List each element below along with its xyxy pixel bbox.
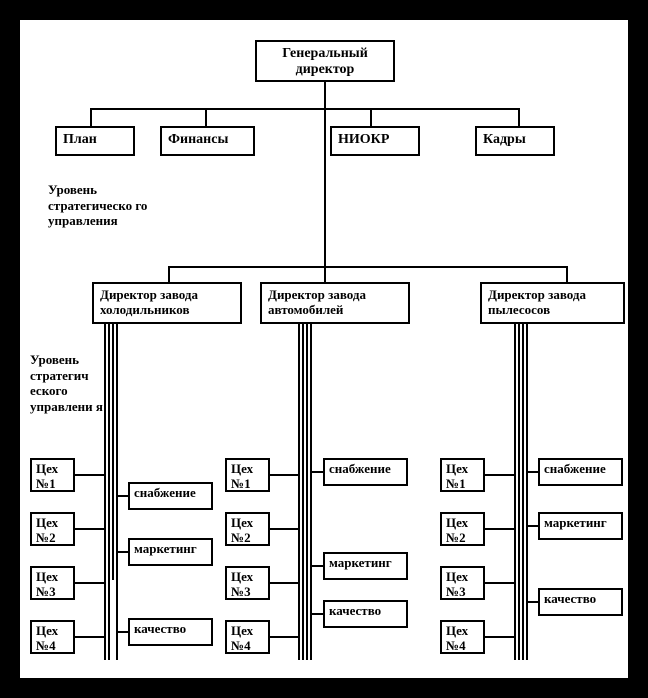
director-label: Директор завода пылесосов xyxy=(488,288,617,318)
node-workshop: Цех №1 xyxy=(225,458,270,492)
connector xyxy=(116,495,128,497)
connector xyxy=(75,582,104,584)
connector xyxy=(205,108,207,126)
connector xyxy=(270,528,298,530)
node-workshop: Цех №4 xyxy=(30,620,75,654)
node-func: маркетинг xyxy=(323,552,408,580)
director-label: Директор завода холодильников xyxy=(100,288,234,318)
node-func: качество xyxy=(128,618,213,646)
connector xyxy=(310,324,312,660)
connector xyxy=(518,324,520,660)
connector xyxy=(104,324,106,660)
connector xyxy=(168,266,170,282)
node-ceo-label: Генеральный директор xyxy=(263,46,387,78)
connector xyxy=(518,108,520,126)
connector xyxy=(324,82,326,110)
connector xyxy=(310,471,323,473)
diagram-inner: Генеральный директор План Финансы НИОКР … xyxy=(18,18,630,680)
connector xyxy=(526,471,538,473)
node-director-1: Директор завода холодильников xyxy=(92,282,242,324)
dept-label: Финансы xyxy=(168,132,228,148)
connector xyxy=(526,601,538,603)
node-dept-hr: Кадры xyxy=(475,126,555,156)
connector xyxy=(116,324,118,660)
connector xyxy=(485,474,514,476)
connector xyxy=(116,631,128,633)
connector xyxy=(108,324,110,660)
dept-label: План xyxy=(63,132,97,148)
node-dept-finance: Финансы xyxy=(160,126,255,156)
connector xyxy=(370,108,372,126)
connector xyxy=(270,582,298,584)
node-workshop: Цех №2 xyxy=(440,512,485,546)
dept-label: НИОКР xyxy=(338,132,389,148)
connector xyxy=(75,474,104,476)
diagram-canvas: Генеральный директор План Финансы НИОКР … xyxy=(0,0,648,698)
connector xyxy=(90,108,520,110)
node-workshop: Цех №4 xyxy=(440,620,485,654)
connector xyxy=(75,636,104,638)
connector xyxy=(116,551,128,553)
connector xyxy=(310,613,323,615)
node-director-3: Директор завода пылесосов xyxy=(480,282,625,324)
node-workshop: Цех №3 xyxy=(440,566,485,600)
node-func: качество xyxy=(538,588,623,616)
connector xyxy=(168,266,568,268)
node-workshop: Цех №1 xyxy=(30,458,75,492)
node-func: качество xyxy=(323,600,408,628)
connector xyxy=(112,324,114,580)
connector xyxy=(270,474,298,476)
node-dept-rnd: НИОКР xyxy=(330,126,420,156)
connector xyxy=(75,528,104,530)
connector xyxy=(324,266,326,282)
node-workshop: Цех №2 xyxy=(30,512,75,546)
connector xyxy=(485,528,514,530)
director-label: Директор завода автомобилей xyxy=(268,288,402,318)
connector xyxy=(485,636,514,638)
connector xyxy=(485,582,514,584)
node-workshop: Цех №2 xyxy=(225,512,270,546)
node-workshop: Цех №1 xyxy=(440,458,485,492)
node-func: снабжение xyxy=(128,482,213,510)
connector xyxy=(310,565,323,567)
connector xyxy=(522,324,524,660)
node-func: снабжение xyxy=(538,458,623,486)
connector xyxy=(514,324,516,660)
dept-label: Кадры xyxy=(483,132,526,148)
connector xyxy=(90,108,92,126)
connector xyxy=(298,324,300,660)
label-strategic-2: Уровень стратегич еского управлени я xyxy=(30,352,110,414)
label-strategic-1: Уровень стратегическо го управления xyxy=(48,182,168,229)
node-func: снабжение xyxy=(323,458,408,486)
node-workshop: Цех №3 xyxy=(225,566,270,600)
connector xyxy=(306,324,308,660)
node-ceo: Генеральный директор xyxy=(255,40,395,82)
node-func: маркетинг xyxy=(538,512,623,540)
connector xyxy=(270,636,298,638)
connector xyxy=(302,324,304,660)
node-func: маркетинг xyxy=(128,538,213,566)
node-workshop: Цех №3 xyxy=(30,566,75,600)
node-director-2: Директор завода автомобилей xyxy=(260,282,410,324)
node-workshop: Цех №4 xyxy=(225,620,270,654)
connector xyxy=(324,108,326,266)
connector xyxy=(526,525,538,527)
node-dept-plan: План xyxy=(55,126,135,156)
connector xyxy=(526,324,528,660)
connector xyxy=(566,266,568,282)
